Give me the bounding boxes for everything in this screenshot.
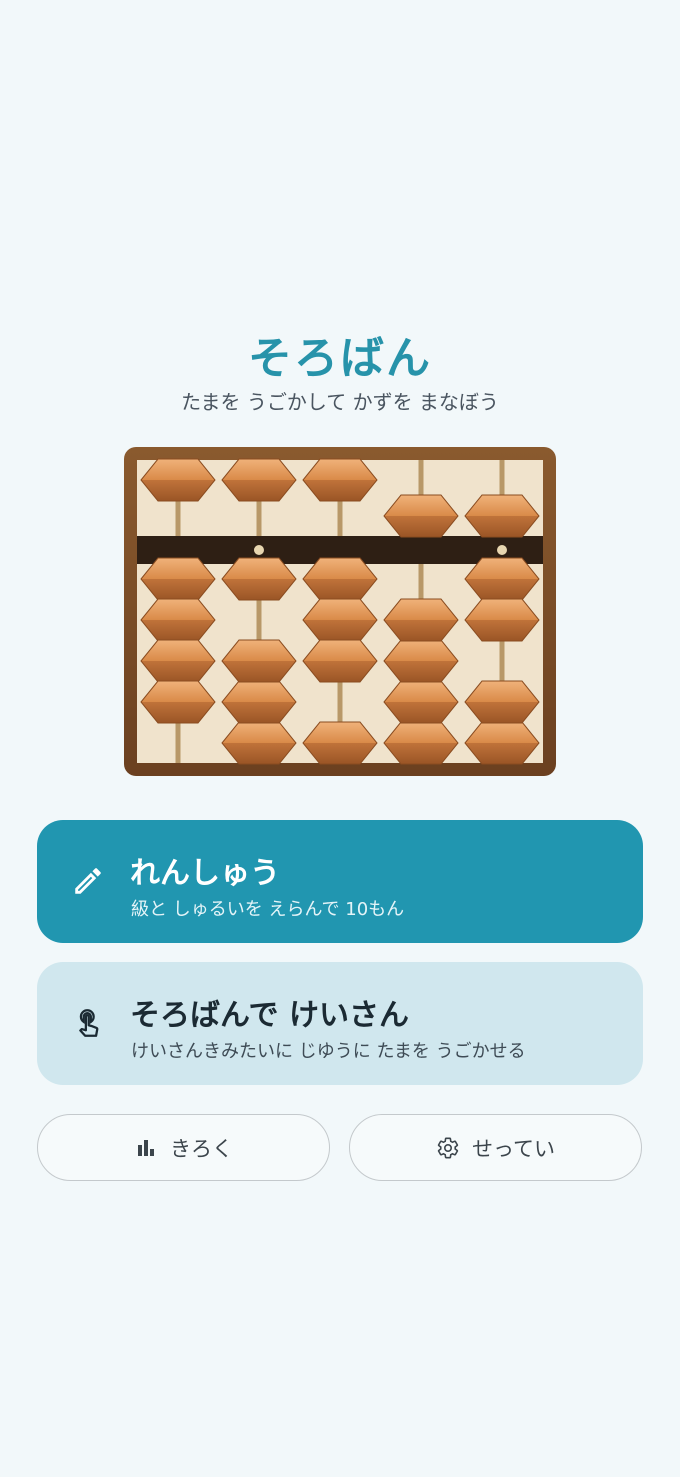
home-screen: そろばん たまを うごかして かずを まなぼう れんしゅう 級と しゅるいを え…: [0, 0, 680, 1477]
free-calc-card[interactable]: そろばんで けいさん けいさんきみたいに じゆうに たまを うごかせる: [37, 962, 643, 1085]
app-subtitle: たまを うごかして かずを まなぼう: [181, 390, 499, 414]
bar-chart-icon: [138, 1139, 154, 1156]
pencil-icon: [75, 868, 101, 894]
practice-title: れんしゅう: [130, 856, 280, 891]
unit-dot: [497, 545, 507, 555]
touch-icon: [79, 1009, 99, 1037]
practice-subtitle: 級と しゅるいを えらんで 10もん: [131, 899, 405, 920]
abacus-illustration: [124, 447, 556, 776]
gear-icon: [437, 1137, 459, 1158]
records-label: きろく: [170, 1136, 233, 1161]
app-title: そろばん: [248, 333, 432, 384]
free-calc-title: そろばんで けいさん: [130, 998, 409, 1033]
free-calc-subtitle: けいさんきみたいに じゆうに たまを うごかせる: [131, 1041, 526, 1062]
settings-label: せってい: [472, 1136, 555, 1161]
unit-dot: [254, 545, 264, 555]
settings-button[interactable]: せってい: [349, 1114, 642, 1181]
practice-card[interactable]: れんしゅう 級と しゅるいを えらんで 10もん: [37, 820, 643, 943]
records-button[interactable]: きろく: [37, 1114, 330, 1181]
